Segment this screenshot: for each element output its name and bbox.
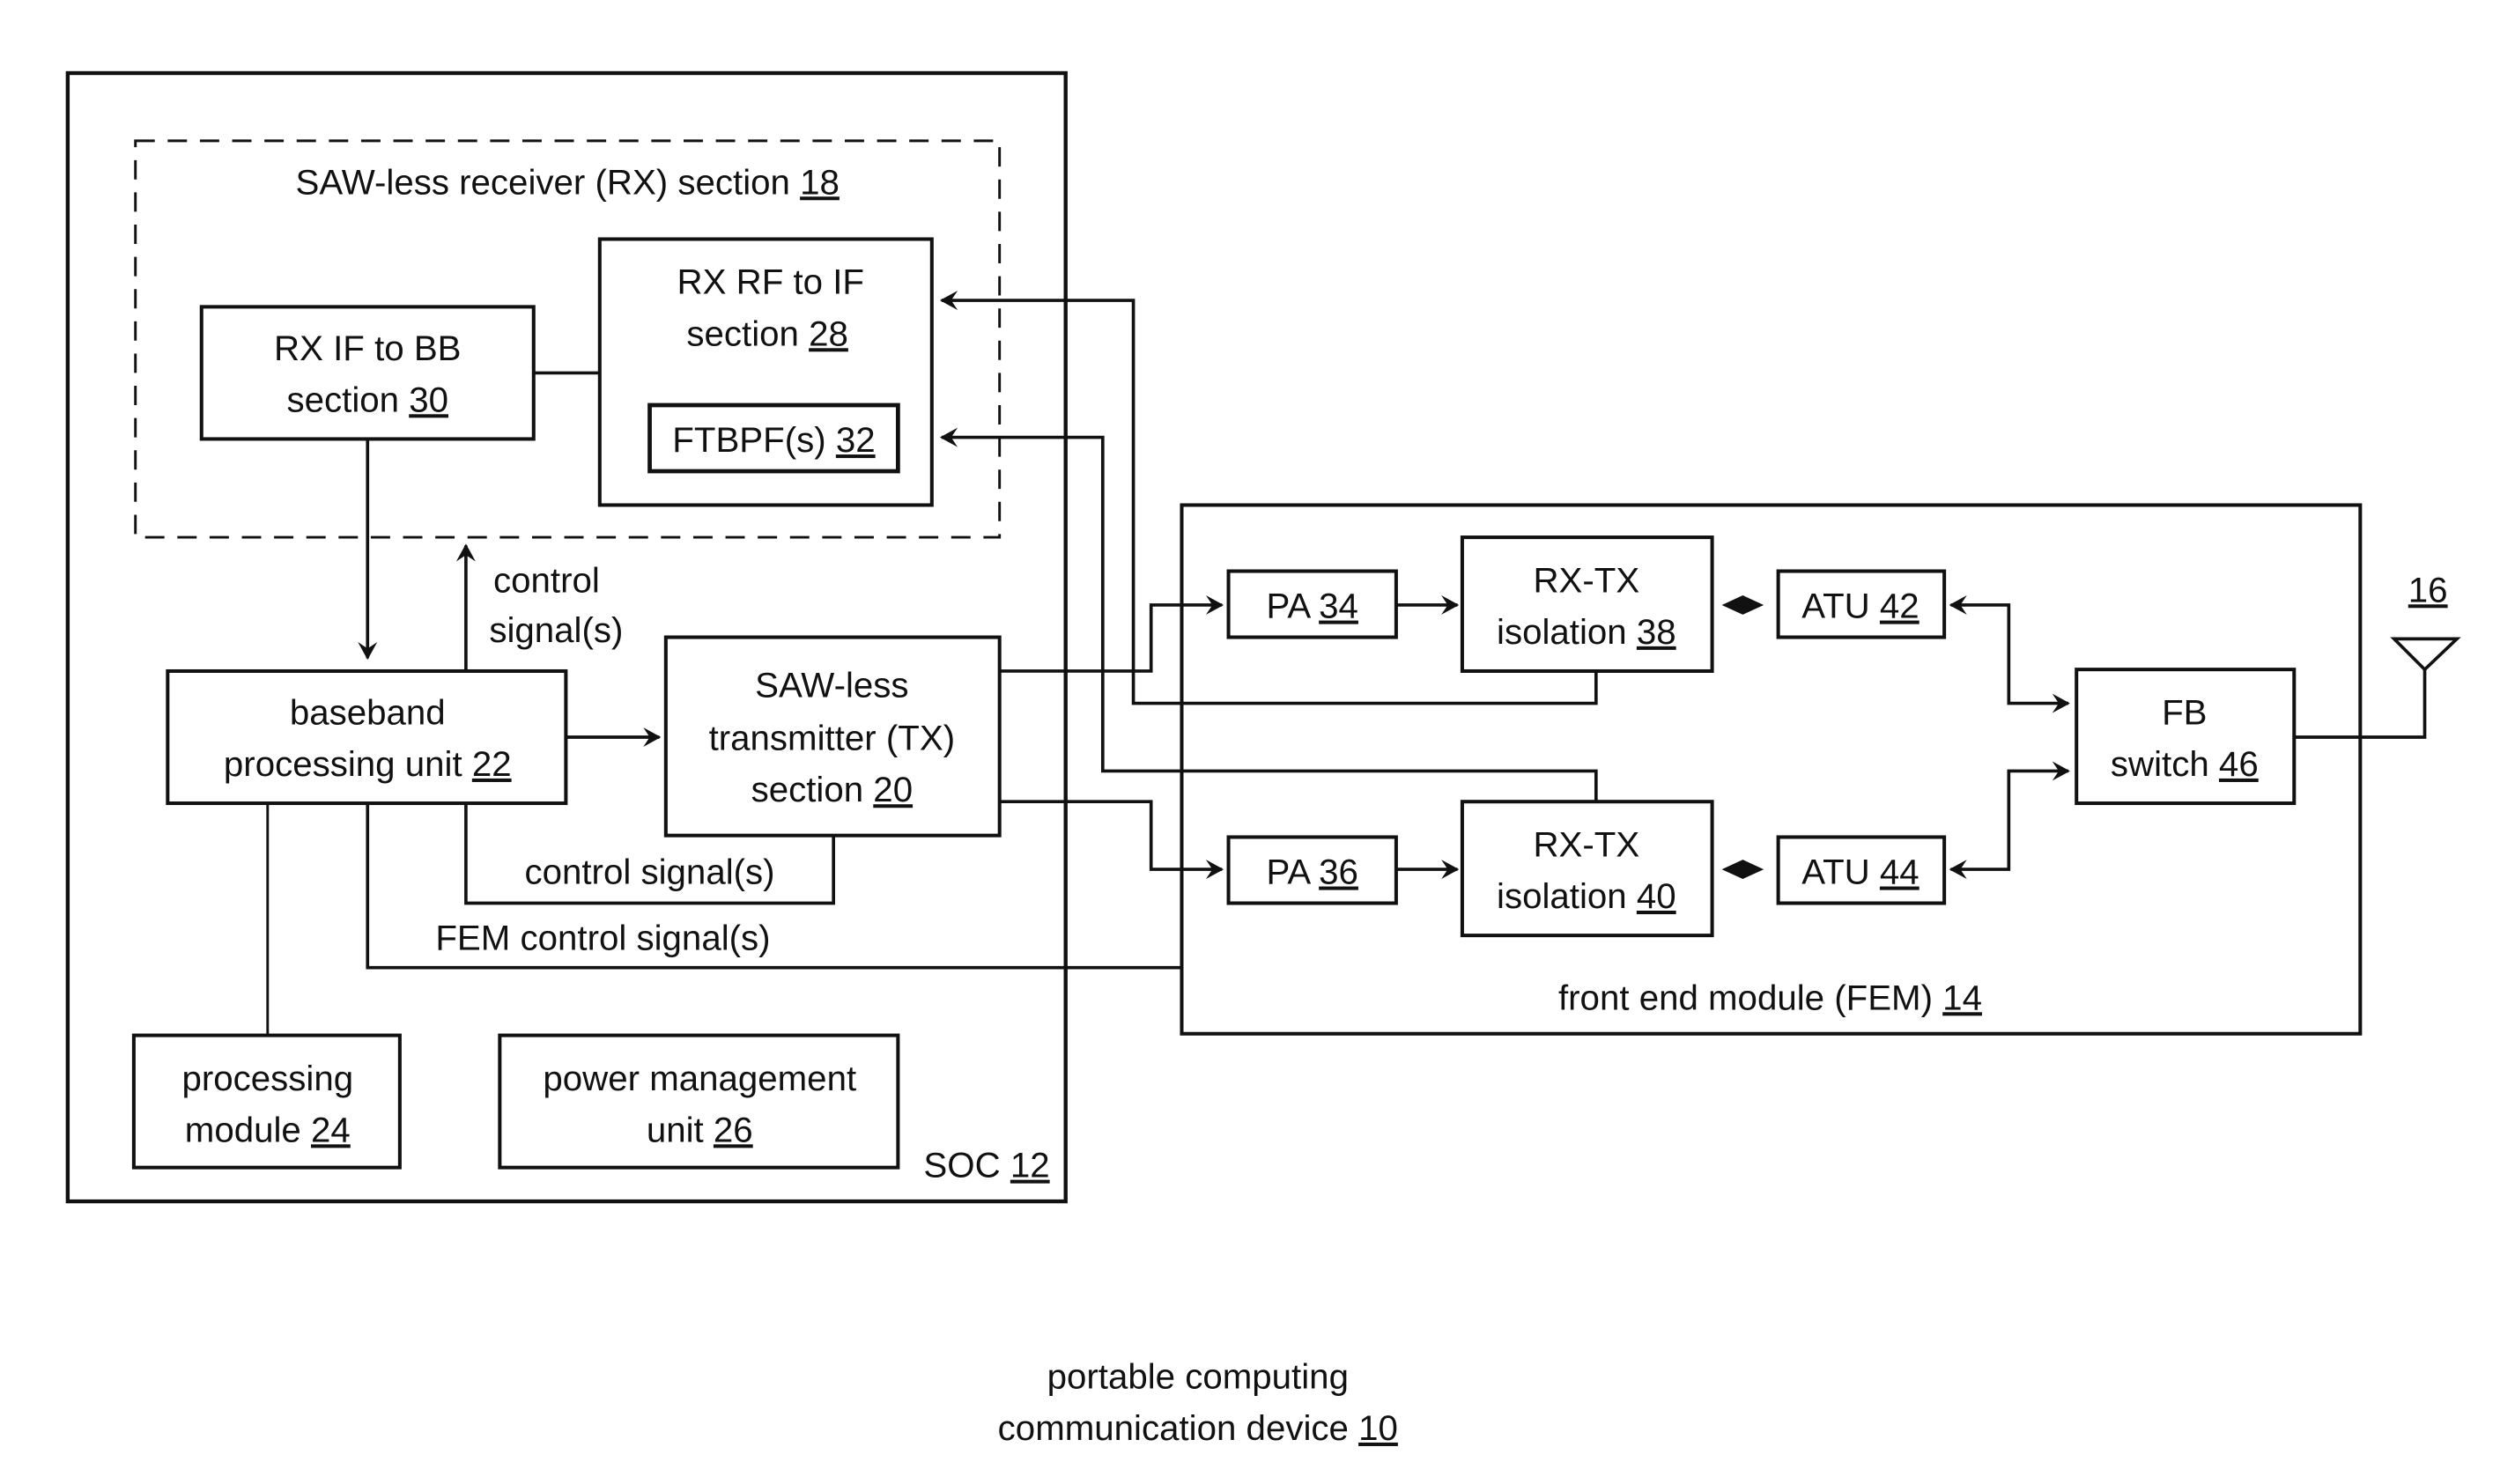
- rx-if-bb-line1: RX IF to BB: [274, 329, 462, 368]
- tx-line1: SAW-less: [755, 665, 908, 705]
- pa34-label: PA 34: [1266, 587, 1357, 626]
- iso38-line2: isolation 38: [1497, 612, 1676, 652]
- rx-section-label: SAW-less receiver (RX) section 18: [296, 162, 840, 202]
- iso40-line2: isolation 40: [1497, 876, 1676, 916]
- control-rx-line2: signal(s): [489, 610, 623, 650]
- caption-line1: portable computing: [1047, 1356, 1349, 1396]
- soc-label: SOC 12: [923, 1146, 1049, 1185]
- control-tx-label: control signal(s): [524, 853, 774, 892]
- iso38-line1: RX-TX: [1533, 560, 1639, 600]
- antenna-ref: 16: [2408, 570, 2448, 609]
- tx-line3: section 20: [751, 770, 914, 809]
- tx-line2: transmitter (TX): [709, 719, 956, 758]
- antenna-icon: [2390, 637, 2461, 672]
- processing-line2: module 24: [185, 1110, 351, 1149]
- iso38-atu42-connector: [1721, 594, 1764, 615]
- tx-to-pa36-line: [999, 800, 1224, 880]
- power-line2: unit 26: [647, 1110, 753, 1149]
- rx-rf-if-line2: section 28: [686, 314, 848, 353]
- power-line1: power management: [543, 1059, 856, 1098]
- atu42-label: ATU 42: [1801, 587, 1919, 626]
- atu42-fb-link: [1949, 594, 2070, 713]
- fb-line2: switch 46: [2111, 744, 2259, 784]
- processing-line1: processing: [181, 1059, 353, 1098]
- block-diagram: SOC 12 SAW-less receiver (RX) section 18…: [65, 70, 2461, 1448]
- rx-if-bb-line2: section 30: [287, 380, 448, 419]
- iso40-line1: RX-TX: [1533, 824, 1639, 864]
- atu44-label: ATU 44: [1801, 853, 1919, 892]
- atu44-fb-link: [1949, 761, 2070, 880]
- caption-line2: communication device 10: [998, 1408, 1398, 1448]
- iso40-atu44-connector: [1721, 860, 1764, 880]
- fb-line1: FB: [2162, 692, 2207, 732]
- baseband-line1: baseband: [290, 692, 446, 732]
- tx-to-pa34-line: [999, 594, 1224, 673]
- pa36-label: PA 36: [1266, 853, 1357, 892]
- baseband-line2: processing unit 22: [224, 744, 512, 784]
- control-rx-line1: control: [493, 560, 600, 600]
- ftbpf-label: FTBPF(s) 32: [672, 420, 875, 460]
- rx-rf-if-line1: RX RF to IF: [677, 262, 864, 302]
- fem-label: front end module (FEM) 14: [1558, 978, 1982, 1017]
- fem-control-label: FEM control signal(s): [435, 919, 770, 958]
